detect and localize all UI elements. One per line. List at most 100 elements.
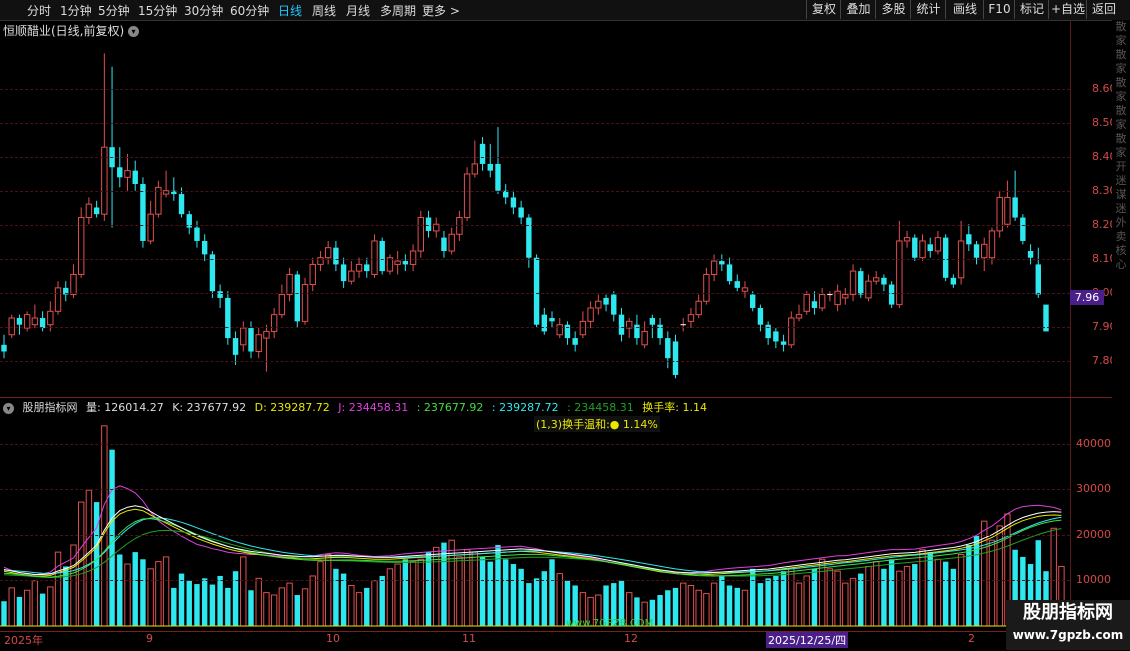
candle-down <box>611 294 617 315</box>
candle-up <box>471 163 479 175</box>
price-gridline <box>0 123 1070 124</box>
candle-down <box>248 328 254 352</box>
volume-bar-down <box>549 559 555 626</box>
volume-bar-down <box>657 595 663 626</box>
chevron-down-icon[interactable]: ▾ <box>3 402 14 414</box>
volume-bar-up <box>324 554 332 627</box>
x-axis: 2025年 9 10 11 12 2 2025/12/25/四 <box>0 631 1112 651</box>
indicator-j: J: 234458.31 <box>338 401 409 414</box>
right-strip-char: 开 <box>1115 160 1127 173</box>
x-tick-label: 2025年 <box>4 634 43 647</box>
volume-bar-up <box>471 551 479 627</box>
right-sidebar-strip[interactable]: 散家散家散家散家散家开迷谋迷外卖核心 <box>1112 20 1130 650</box>
right-strip-char: 散 <box>1115 20 1127 33</box>
price-gridline <box>0 157 1070 158</box>
candle-up <box>448 233 455 252</box>
candle-up <box>710 260 718 275</box>
volume-bar-down <box>734 587 740 626</box>
right-strip-char: 散 <box>1115 76 1127 89</box>
candle-down <box>1012 197 1018 218</box>
volume-bar-down <box>1 601 7 626</box>
logo-title: 股朋指标网 <box>1023 602 1113 623</box>
candle-down <box>16 318 23 325</box>
site-logo: 股朋指标网 www.7gpzb.com <box>1006 600 1130 650</box>
volume-bar-down <box>294 595 301 626</box>
volume-bar-down <box>209 584 216 626</box>
indicator-gridline <box>0 444 1070 445</box>
volume-bar-up <box>803 575 810 627</box>
ma-line-cyan <box>3 516 1062 575</box>
candle-down <box>225 297 231 339</box>
volume-bar-up <box>826 568 834 627</box>
candle-down <box>912 237 918 258</box>
candle-down <box>441 237 447 252</box>
candle-up <box>865 280 872 299</box>
right-strip-char: 迷 <box>1115 174 1127 187</box>
volume-bar-down <box>526 583 532 626</box>
volume-bar-up <box>240 556 247 627</box>
volume-bar-down <box>225 587 231 626</box>
candle-up <box>741 287 749 292</box>
candle-down <box>719 261 725 265</box>
candle-down <box>1 344 7 352</box>
volume-bar-up <box>703 593 710 627</box>
candle-down <box>510 197 517 208</box>
right-strip-char: 心 <box>1115 258 1127 271</box>
indicator-v2: : 239287.72 <box>491 401 559 414</box>
volume-bar-down <box>966 544 972 626</box>
candle-up <box>872 277 880 282</box>
volume-bar-down <box>719 575 725 626</box>
candle-down <box>533 257 540 325</box>
price-gridline <box>0 225 1070 226</box>
candle-down <box>495 163 501 191</box>
candle-down <box>541 314 547 332</box>
logo-url: www.7gpzb.com <box>1012 628 1124 642</box>
volume-bar-up <box>903 565 911 627</box>
volume-bar-up <box>355 592 363 627</box>
kdj-d-line <box>3 508 1062 577</box>
candle-up <box>31 317 39 326</box>
volume-bar-down <box>109 449 115 626</box>
right-strip-char: 迷 <box>1115 202 1127 215</box>
candle-down <box>618 314 625 335</box>
candle-down <box>333 247 339 265</box>
volume-bar-up <box>680 582 687 627</box>
candle-down <box>379 240 385 272</box>
candle-down <box>364 264 370 272</box>
volume-bar-up <box>957 554 965 627</box>
volume-bar-down <box>132 552 138 626</box>
price-gridline <box>0 259 1070 260</box>
volume-bar-down <box>16 596 23 626</box>
volume-bar-down <box>340 573 347 626</box>
volume-bar-up <box>818 558 826 627</box>
kline-chart[interactable] <box>0 0 1130 650</box>
candle-up <box>1004 196 1011 225</box>
candle-down <box>942 237 949 278</box>
candle-down <box>178 194 185 215</box>
candle-up <box>348 270 355 282</box>
indicator-name[interactable]: 股朋指标网 <box>23 401 78 414</box>
candle-down <box>881 277 887 285</box>
candle-down <box>649 318 656 325</box>
right-strip-char: 散 <box>1115 48 1127 61</box>
candle-up <box>687 314 695 322</box>
right-strip-char: 家 <box>1115 62 1127 75</box>
candle-up <box>371 240 378 275</box>
indicator-gridline <box>0 580 1070 581</box>
volume-bar-down <box>749 568 756 626</box>
volume-bar-down <box>248 590 254 626</box>
volume-bar-down <box>140 559 146 626</box>
price-gridline <box>0 89 1070 90</box>
right-strip-char: 核 <box>1115 244 1127 257</box>
candle-up <box>849 270 857 296</box>
x-tick-label: 10 <box>326 632 340 645</box>
candle-up <box>818 294 826 309</box>
candle-down <box>572 338 578 345</box>
volume-bar-up <box>417 558 425 627</box>
candle-up <box>409 250 417 265</box>
volume-bar-up <box>286 582 293 627</box>
volume-bar-down <box>811 568 818 626</box>
right-strip-char: 家 <box>1115 146 1127 159</box>
candle-down <box>340 264 347 282</box>
panel-divider[interactable] <box>0 397 1112 398</box>
